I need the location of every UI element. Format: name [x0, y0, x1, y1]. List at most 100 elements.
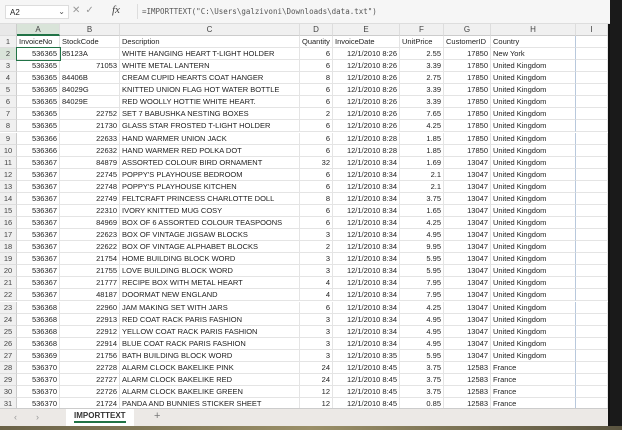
table-cell[interactable]: United Kingdom [491, 229, 576, 242]
table-cell[interactable]: 12/1/2010 8:45 [333, 361, 400, 374]
table-cell[interactable]: 536366 [17, 144, 60, 157]
row-header[interactable]: 14 [0, 192, 17, 205]
table-cell[interactable]: 3 [300, 265, 333, 278]
table-cell[interactable]: 85123A [60, 48, 120, 61]
table-cell[interactable]: United Kingdom [491, 349, 576, 362]
table-cell[interactable]: 536368 [17, 301, 60, 314]
table-cell[interactable]: 6 [300, 144, 333, 157]
insert-function-icon[interactable]: fx [112, 4, 120, 16]
table-cell[interactable]: 12/1/2010 8:34 [333, 277, 400, 290]
table-cell[interactable]: 4.95 [400, 337, 444, 350]
table-cell[interactable]: YELLOW COAT RACK PARIS FASHION [120, 325, 300, 338]
table-cell[interactable]: 536369 [17, 349, 60, 362]
table-cell[interactable]: 12/1/2010 8:35 [333, 349, 400, 362]
table-cell[interactable]: 536370 [17, 373, 60, 386]
table-cell[interactable]: 13047 [444, 168, 491, 181]
table-cell[interactable]: 84029E [60, 96, 120, 109]
table-cell[interactable]: 536368 [17, 313, 60, 326]
table-cell[interactable]: 7.95 [400, 289, 444, 302]
table-cell[interactable]: 6 [300, 132, 333, 145]
row-header[interactable]: 5 [0, 84, 17, 97]
table-cell[interactable]: 12/1/2010 8:34 [333, 156, 400, 169]
table-cell[interactable]: HAND WARMER UNION JACK [120, 132, 300, 145]
table-cell[interactable]: 3 [300, 325, 333, 338]
table-cell[interactable] [576, 373, 608, 386]
table-cell[interactable]: 536367 [17, 289, 60, 302]
sheet-tab-importtext[interactable]: IMPORTTEXT [66, 409, 134, 426]
table-cell[interactable]: ALARM CLOCK BAKELIKE RED [120, 373, 300, 386]
table-cell[interactable] [576, 386, 608, 399]
table-cell[interactable]: 13047 [444, 349, 491, 362]
row-header[interactable]: 28 [0, 361, 17, 374]
formula-input[interactable]: =IMPORTTEXT("C:\Users\galzivoni\Download… [137, 4, 605, 19]
table-cell[interactable]: BOX OF VINTAGE JIGSAW BLOCKS [120, 229, 300, 242]
table-cell[interactable]: 21755 [60, 265, 120, 278]
row-header[interactable]: 12 [0, 168, 17, 181]
table-cell[interactable]: 13047 [444, 217, 491, 230]
table-cell[interactable]: 536365 [17, 72, 60, 85]
row-header[interactable]: 16 [0, 217, 17, 230]
table-cell[interactable]: United Kingdom [491, 120, 576, 133]
column-header-h[interactable]: H [491, 24, 576, 36]
table-cell[interactable]: 22912 [60, 325, 120, 338]
table-cell[interactable]: 536367 [17, 168, 60, 181]
table-cell[interactable]: 22622 [60, 241, 120, 254]
table-cell[interactable]: 7.65 [400, 108, 444, 121]
table-cell[interactable]: 17850 [444, 72, 491, 85]
table-cell[interactable]: 6 [300, 217, 333, 230]
table-cell[interactable]: 17850 [444, 60, 491, 73]
table-cell[interactable]: CREAM CUPID HEARTS COAT HANGER [120, 72, 300, 85]
table-cell[interactable]: 13047 [444, 156, 491, 169]
table-cell[interactable]: 3 [300, 229, 333, 242]
table-cell[interactable]: 536365 [17, 120, 60, 133]
table-cell[interactable]: 84406B [60, 72, 120, 85]
row-header[interactable]: 6 [0, 96, 17, 109]
table-cell[interactable]: 5.95 [400, 253, 444, 266]
row-header[interactable]: 22 [0, 289, 17, 302]
name-box[interactable]: A2 ⌄ [5, 5, 69, 19]
table-cell[interactable]: 3.75 [400, 192, 444, 205]
table-cell[interactable]: 13047 [444, 301, 491, 314]
row-header[interactable]: 2 [0, 48, 17, 61]
table-cell[interactable]: SET 7 BABUSHKA NESTING BOXES [120, 108, 300, 121]
table-cell[interactable]: 4.95 [400, 325, 444, 338]
table-cell[interactable]: 536368 [17, 337, 60, 350]
table-cell[interactable]: 12/1/2010 8:28 [333, 132, 400, 145]
table-cell[interactable]: United Kingdom [491, 156, 576, 169]
table-cell[interactable] [576, 337, 608, 350]
table-cell[interactable]: 22633 [60, 132, 120, 145]
row-header[interactable]: 7 [0, 108, 17, 121]
table-cell[interactable]: United Kingdom [491, 108, 576, 121]
column-header-g[interactable]: G [444, 24, 491, 36]
table-cell[interactable]: 17850 [444, 84, 491, 97]
table-cell[interactable]: 536367 [17, 217, 60, 230]
row-header[interactable]: 29 [0, 373, 17, 386]
table-cell[interactable] [576, 120, 608, 133]
table-cell[interactable]: 21777 [60, 277, 120, 290]
table-cell[interactable]: 21754 [60, 253, 120, 266]
table-cell[interactable]: BOX OF VINTAGE ALPHABET BLOCKS [120, 241, 300, 254]
table-cell[interactable]: 24 [300, 373, 333, 386]
table-cell[interactable]: 22752 [60, 108, 120, 121]
row-header[interactable]: 11 [0, 156, 17, 169]
table-cell[interactable]: United Kingdom [491, 204, 576, 217]
table-cell[interactable]: 1.65 [400, 204, 444, 217]
table-cell[interactable]: 84879 [60, 156, 120, 169]
row-header[interactable]: 20 [0, 265, 17, 278]
table-cell[interactable]: 536367 [17, 229, 60, 242]
table-cell[interactable]: 2.55 [400, 48, 444, 61]
table-cell[interactable]: United Kingdom [491, 180, 576, 193]
table-cell[interactable]: 3 [300, 253, 333, 266]
row-header[interactable]: 3 [0, 60, 17, 73]
table-cell[interactable]: United Kingdom [491, 84, 576, 97]
table-cell[interactable]: ASSORTED COLOUR BIRD ORNAMENT [120, 156, 300, 169]
table-cell[interactable]: 17850 [444, 108, 491, 121]
table-cell[interactable]: 536367 [17, 241, 60, 254]
table-cell[interactable]: 4.25 [400, 120, 444, 133]
table-cell[interactable] [576, 168, 608, 181]
column-header-f[interactable]: F [400, 24, 444, 36]
table-cell[interactable]: 13047 [444, 289, 491, 302]
table-cell[interactable]: United Kingdom [491, 337, 576, 350]
table-cell[interactable]: 12/1/2010 8:34 [333, 289, 400, 302]
table-cell[interactable]: 12/1/2010 8:34 [333, 192, 400, 205]
